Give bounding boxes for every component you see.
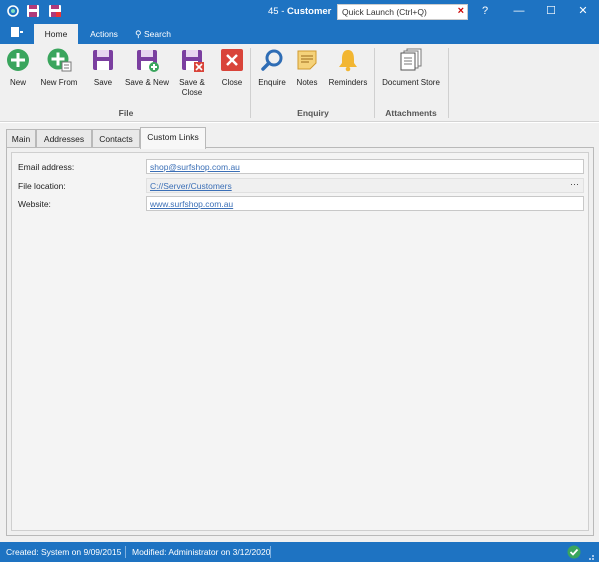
help-button[interactable]: ? <box>474 2 496 20</box>
bell-icon <box>336 48 360 72</box>
file-menu-icon <box>11 27 23 37</box>
status-divider <box>270 546 271 558</box>
menu-bar: Home Actions ⚲ Search <box>0 24 599 44</box>
website-field[interactable]: www.surfshop.com.au <box>146 196 584 211</box>
quick-launch-input[interactable]: Quick Launch (Ctrl+Q) × <box>337 4 468 20</box>
search-icon: ⚲ <box>135 29 142 39</box>
floppy-disk-plus-icon <box>135 48 159 72</box>
maximize-button[interactable]: ☐ <box>540 2 562 20</box>
new-from-label: New From <box>40 78 78 87</box>
tab-search-label: Search <box>144 29 171 39</box>
group-divider <box>448 48 449 118</box>
floppy-disk-close-icon <box>180 48 204 72</box>
created-status: Created: System on 9/09/2015 <box>6 547 122 557</box>
clear-quick-launch-icon[interactable]: × <box>458 5 464 17</box>
save-label: Save <box>93 78 113 87</box>
tab-addresses[interactable]: Addresses <box>36 129 92 148</box>
enquire-button[interactable]: Enquire <box>256 48 288 88</box>
notes-button[interactable]: Notes <box>294 48 320 88</box>
file-location-value[interactable]: C://Server/Customers <box>150 181 232 191</box>
notes-icon <box>295 48 319 72</box>
email-field[interactable]: shop@surfshop.com.au <box>146 159 584 174</box>
record-number: 45 <box>268 6 279 17</box>
reminders-button[interactable]: Reminders <box>326 48 370 88</box>
tab-main[interactable]: Main <box>6 129 36 148</box>
website-label: Website: <box>18 199 51 209</box>
email-label: Email address: <box>18 162 75 172</box>
title-bar: 45 - Customer Quick Launch (Ctrl+Q) × ? … <box>0 0 599 24</box>
file-location-field[interactable]: C://Server/Customers ··· <box>146 178 584 193</box>
new-label: New <box>9 78 26 87</box>
quick-save-icon[interactable] <box>26 4 40 18</box>
file-group-label: File <box>118 108 134 118</box>
new-from-button[interactable]: New From <box>38 48 80 88</box>
custom-links-panel: Email address: shop@surfshop.com.au File… <box>6 147 594 536</box>
close-button[interactable]: Close <box>218 48 246 88</box>
tab-actions[interactable]: Actions <box>84 24 124 44</box>
save-and-new-label: Save & New <box>124 78 170 87</box>
tab-home[interactable]: Home <box>34 24 78 44</box>
group-divider <box>374 48 375 118</box>
new-button[interactable]: New <box>4 48 32 88</box>
document-store-button[interactable]: Document Store <box>378 48 444 88</box>
title-separator: - <box>278 6 288 17</box>
close-label: Close <box>221 78 243 87</box>
save-and-close-label: Save & Close <box>179 78 205 97</box>
app-logo-icon[interactable] <box>6 4 20 18</box>
file-location-label: File location: <box>18 181 66 191</box>
document-store-label: Document Store <box>382 78 440 87</box>
tab-search[interactable]: ⚲ Search <box>130 24 176 44</box>
minimize-button[interactable]: — <box>508 2 530 20</box>
tab-custom-links[interactable]: Custom Links <box>140 127 206 149</box>
save-and-close-button[interactable]: Save & Close <box>176 48 208 98</box>
group-divider <box>250 48 251 118</box>
content-area: Main Addresses Contacts Custom Links Ema… <box>0 123 599 542</box>
website-value[interactable]: www.surfshop.com.au <box>150 199 233 209</box>
email-value[interactable]: shop@surfshop.com.au <box>150 162 240 172</box>
close-window-button[interactable]: ✕ <box>572 2 594 20</box>
resize-grip-icon[interactable] <box>586 548 595 562</box>
window-title: 45 - Customer <box>268 6 331 17</box>
magnifier-icon <box>260 48 284 72</box>
floppy-disk-icon <box>91 48 115 72</box>
plus-copy-icon <box>47 48 72 72</box>
custom-links-form: Email address: shop@surfshop.com.au File… <box>11 152 589 531</box>
quick-save-close-icon[interactable] <box>48 4 62 18</box>
modified-status: Modified: Administrator on 3/12/2020 <box>132 547 271 557</box>
reminders-label: Reminders <box>328 78 368 87</box>
window-title-text: Customer <box>287 6 332 17</box>
tab-contacts[interactable]: Contacts <box>92 129 140 148</box>
status-divider <box>125 546 126 558</box>
save-and-new-button[interactable]: Save & New <box>122 48 172 88</box>
check-circle-icon <box>567 545 581 559</box>
close-x-icon <box>220 48 244 72</box>
file-menu-button[interactable] <box>4 26 30 42</box>
notes-label: Notes <box>296 78 318 87</box>
browse-button[interactable]: ··· <box>570 179 579 189</box>
documents-icon <box>399 48 423 72</box>
enquire-label: Enquire <box>258 78 286 87</box>
attachments-group-label: Attachments <box>385 108 437 118</box>
status-bar: Created: System on 9/09/2015 Modified: A… <box>0 542 599 562</box>
plus-circle-icon <box>6 48 30 72</box>
ribbon: New New From Save Save & New Save & Clos… <box>0 44 599 122</box>
enquiry-group-label: Enquiry <box>297 108 329 118</box>
save-button[interactable]: Save <box>90 48 116 88</box>
quick-launch-placeholder: Quick Launch (Ctrl+Q) <box>342 7 427 17</box>
